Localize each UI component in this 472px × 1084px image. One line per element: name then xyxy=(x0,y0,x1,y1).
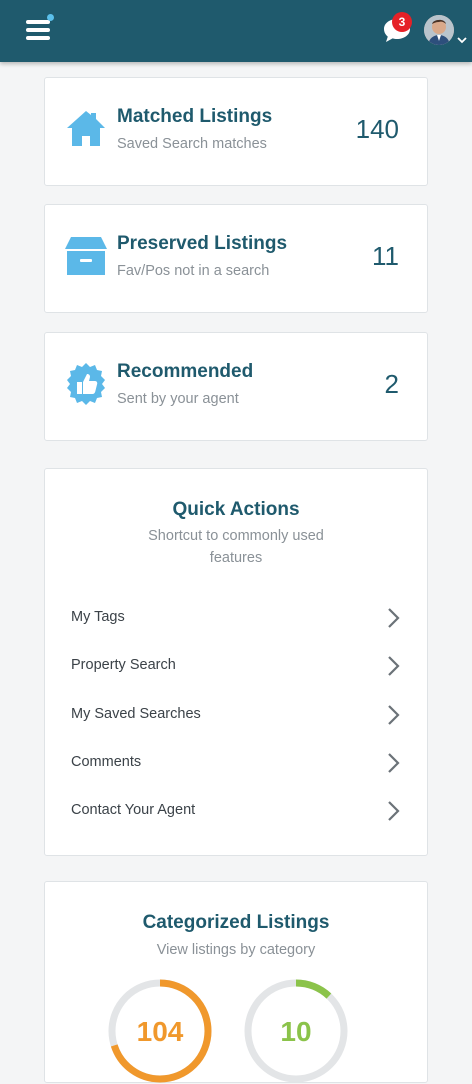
quick-action-label: Contact Your Agent xyxy=(71,802,196,819)
quick-actions-title: Quick Actions xyxy=(172,499,300,520)
categorized-listings-card: Categorized Listings View listings by ca… xyxy=(44,881,428,1083)
stat-count: 140 xyxy=(355,114,399,144)
quick-actions-list: My Tags Property Search My Saved Searche… xyxy=(71,595,401,836)
chevron-right-icon xyxy=(388,656,400,677)
recommended-card[interactable]: Recommended Sent by your agent 2 xyxy=(44,332,428,441)
chevron-right-icon xyxy=(388,753,400,773)
chevron-right-icon xyxy=(388,608,400,628)
stat-subtitle: Saved Search matches xyxy=(117,136,267,152)
stat-title: Matched Listings xyxy=(117,106,273,127)
category-ring-1[interactable]: 104 xyxy=(107,978,213,1084)
stat-title: Recommended xyxy=(117,361,254,382)
quick-action-my-tags[interactable]: My Tags xyxy=(71,595,401,643)
quick-action-label: Property Search xyxy=(71,657,176,674)
hamburger-menu-icon[interactable] xyxy=(26,14,54,42)
quick-action-label: My Tags xyxy=(71,609,125,625)
matched-listings-card[interactable]: Matched Listings Saved Search matches 14… xyxy=(44,77,428,186)
quick-action-property-search[interactable]: Property Search xyxy=(71,643,401,691)
quick-action-label: Comments xyxy=(71,753,142,770)
stat-subtitle: Fav/Pos not in a search xyxy=(117,263,270,279)
categorized-listings-subtitle: View listings by category xyxy=(156,942,316,958)
chevron-down-icon[interactable] xyxy=(457,36,467,44)
categorized-listings-title: Categorized Listings xyxy=(142,912,330,933)
menu-notification-dot xyxy=(47,14,54,21)
stat-subtitle: Sent by your agent xyxy=(117,391,239,407)
ring-count-label: 10 xyxy=(280,1016,311,1047)
notification-badge: 3 xyxy=(392,12,412,32)
quick-action-label: My Saved Searches xyxy=(71,705,201,722)
quick-actions-card: Quick Actions Shortcut to commonly used … xyxy=(44,468,428,856)
preserved-listings-card[interactable]: Preserved Listings Fav/Pos not in a sear… xyxy=(44,204,428,313)
quick-actions-subtitle: Shortcut to commonly used features xyxy=(148,528,324,566)
avatar[interactable] xyxy=(424,15,454,45)
ring-count-label: 104 xyxy=(137,1016,184,1047)
house-icon xyxy=(67,111,105,146)
quick-action-contact-your-agent[interactable]: Contact Your Agent xyxy=(71,788,401,836)
top-app-bar: 3 xyxy=(0,0,472,62)
quick-action-comments[interactable]: Comments xyxy=(71,740,401,788)
chevron-right-icon xyxy=(388,801,400,821)
stat-title: Preserved Listings xyxy=(117,233,288,254)
thumbs-up-badge-icon xyxy=(67,363,105,405)
chevron-right-icon xyxy=(388,704,400,725)
stat-count: 11 xyxy=(372,241,399,271)
quick-action-my-saved-searches[interactable]: My Saved Searches xyxy=(71,692,401,740)
archive-box-icon xyxy=(65,237,107,275)
stat-count: 2 xyxy=(384,369,399,399)
category-ring-2[interactable]: 10 xyxy=(243,978,349,1084)
